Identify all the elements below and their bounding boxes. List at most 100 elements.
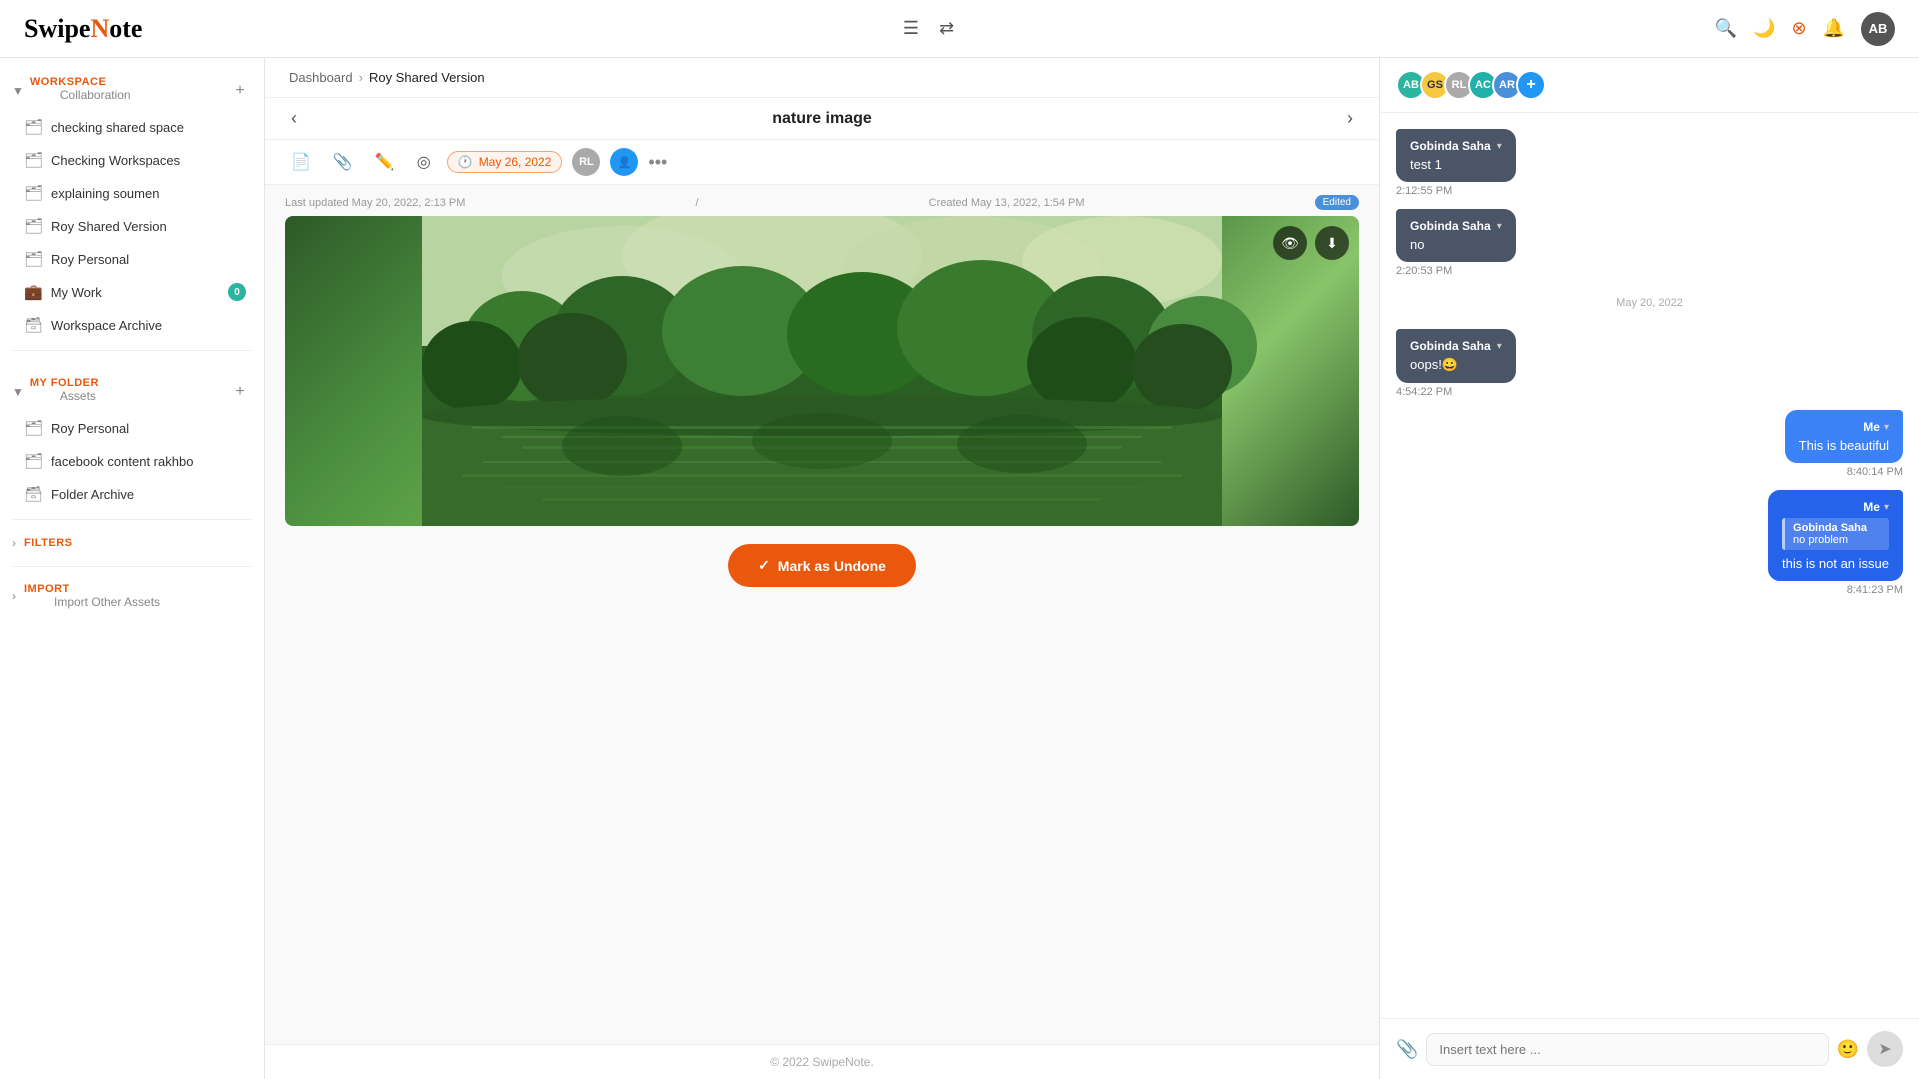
workspace-chevron-icon: ▼ [12,84,24,98]
note-footer: © 2022 SwipeNote. [265,1044,1379,1079]
sidebar-item-roy-personal[interactable]: 🗂 Roy Personal ••• [6,243,258,275]
item-label: Roy Shared Version [51,219,167,234]
note-image [285,216,1359,526]
chat-text-3: oops!😀 [1410,357,1502,373]
sender-chevron-1[interactable]: ▾ [1497,141,1502,152]
sidebar-item-checking-shared[interactable]: 🗂 checking shared space ••• [6,111,258,143]
chat-input-bar: 📎 🙂 ➤ [1380,1018,1919,1079]
myfolder-chevron-icon: ▼ [12,385,24,399]
sidebar-item-checking-workspaces[interactable]: 🗂 Checking Workspaces ••• [6,144,258,176]
sender-chevron-3[interactable]: ▾ [1497,341,1502,352]
sidebar-item-roy-personal-2[interactable]: 🗂 Roy Personal ••• [6,412,258,444]
toolbar-more-button[interactable]: ••• [648,152,667,173]
myfolder-label: MY FOLDER [30,377,99,389]
filters-label: FILTERS [24,537,73,549]
note-forward-button[interactable]: › [1341,106,1359,131]
chat-time-2: 2:20:53 PM [1396,265,1452,277]
me-label-5: Me [1863,500,1880,514]
check-icon: ✓ [758,557,770,574]
toolbar-doc-button[interactable]: 📄 [285,148,317,176]
chat-time-5: 8:41:23 PM [1847,584,1903,596]
clock-icon: 🕐 [458,155,473,169]
myfolder-header[interactable]: ▼ MY FOLDER Assets + [0,369,264,411]
me-chevron-4[interactable]: ▾ [1884,422,1889,433]
workspace-header[interactable]: ▼ WORKSPACE Collaboration + [0,68,264,110]
image-download-button[interactable]: ⬇ [1315,226,1349,260]
workspace-header-left: ▼ WORKSPACE Collaboration [12,76,131,106]
folder-icon: 🗂 [24,250,43,268]
workspace-archive-label: Workspace Archive [51,318,162,333]
sidebar-divider-3 [12,566,252,567]
emoji-button[interactable]: 🙂 [1837,1039,1859,1060]
breadcrumb-home[interactable]: Dashboard [289,70,353,85]
user-avatar-nav[interactable]: AB [1861,12,1895,46]
folder-icon: 🗂 [24,419,43,437]
chat-bubble-2: Gobinda Saha ▾ no [1396,209,1516,262]
top-navbar: SwipeNote ☰ ⇄ 🔍 🌙 ⊗ 🔔 AB [0,0,1919,58]
chat-header: AB GS RL AC AR + [1380,58,1919,113]
import-sub: Import Other Assets [24,595,160,609]
toolbar-date-text: May 26, 2022 [479,155,552,169]
content-area: Dashboard › Roy Shared Version ‹ nature … [265,58,1379,1079]
sender-chevron-2[interactable]: ▾ [1497,221,1502,232]
fire-button[interactable]: ⊗ [1791,18,1806,39]
me-chevron-5[interactable]: ▾ [1884,502,1889,513]
sender-name-1: Gobinda Saha [1410,139,1491,153]
note-toolbar: 📄 📎 ✏️ ◎ 🕐 May 26, 2022 RL 👤 ••• [265,140,1379,185]
toolbar-share-button[interactable]: ◎ [411,148,437,176]
toolbar-date[interactable]: 🕐 May 26, 2022 [447,151,563,173]
chat-input-field[interactable] [1426,1033,1828,1066]
toolbar-edit-button[interactable]: ✏️ [369,148,401,176]
image-view-button[interactable]: 👁 [1273,226,1307,260]
search-button[interactable]: 🔍 [1715,18,1737,39]
chat-time-3: 4:54:22 PM [1396,386,1452,398]
folder-icon: 🗂 [24,217,43,235]
myfolder-add-button[interactable]: + [228,380,252,404]
toolbar-user-avatar[interactable]: RL [572,148,600,176]
item-label: Roy Personal [51,252,129,267]
note-created: Created May 13, 2022, 1:54 PM [929,197,1085,209]
toolbar-user-avatar-2[interactable]: 👤 [610,148,638,176]
sidebar: ▼ WORKSPACE Collaboration + 🗂 checking s… [0,58,265,1079]
sidebar-item-my-work[interactable]: 💼 My Work 0 [6,276,258,308]
me-label-4: Me [1863,420,1880,434]
nav-controls: ☰ ⇄ [899,14,958,43]
sidebar-item-roy-shared[interactable]: 🗂 Roy Shared Version ••• [6,210,258,242]
import-section[interactable]: › IMPORT Import Other Assets [0,575,264,617]
sidebar-item-explaining[interactable]: 🗂 explaining soumen ••• [6,177,258,209]
chat-attach-button[interactable]: 📎 [1396,1039,1418,1060]
filters-section[interactable]: › FILTERS [0,528,264,558]
note-back-button[interactable]: ‹ [285,106,303,131]
sidebar-divider [12,350,252,351]
note-meta-sep: / [695,197,698,209]
mark-undone-label: Mark as Undone [778,558,886,574]
date-divider-1: May 20, 2022 [1396,289,1903,317]
chat-avatar-add[interactable]: + [1516,70,1546,100]
mark-undone-button[interactable]: ✓ Mark as Undone [728,544,916,587]
note-last-updated: Last updated May 20, 2022, 2:13 PM [285,197,465,209]
chat-avatars: AB GS RL AC AR + [1396,70,1546,100]
nature-image-svg [285,216,1359,526]
archive-icon: 🗃 [24,316,43,334]
notification-button[interactable]: 🔔 [1823,18,1845,39]
reply-text: no problem [1793,534,1848,546]
note-header: ‹ nature image › [265,98,1379,140]
toolbar-attach-button[interactable]: 📎 [327,148,359,176]
workspace-add-button[interactable]: + [228,79,252,103]
theme-button[interactable]: 🌙 [1753,18,1775,39]
main-layout: ▼ WORKSPACE Collaboration + 🗂 checking s… [0,58,1919,1079]
breadcrumb-current: Roy Shared Version [369,70,485,85]
chat-text-5: this is not an issue [1782,556,1889,571]
chat-message-2: Gobinda Saha ▾ no 2:20:53 PM [1396,209,1903,277]
workspace-section: ▼ WORKSPACE Collaboration + 🗂 checking s… [0,58,264,342]
item-label: Roy Personal [51,421,129,436]
refresh-button[interactable]: ⇄ [935,14,958,43]
sidebar-item-workspace-archive[interactable]: 🗃 Workspace Archive [6,309,258,341]
menu-button[interactable]: ☰ [899,14,923,43]
sidebar-item-facebook[interactable]: 🗂 facebook content rakhbo ••• [6,445,258,477]
chat-time-1: 2:12:55 PM [1396,185,1452,197]
item-label: Checking Workspaces [51,153,180,168]
chat-bubble-3: Gobinda Saha ▾ oops!😀 [1396,329,1516,383]
sidebar-item-folder-archive[interactable]: 🗃 Folder Archive [6,478,258,510]
send-button[interactable]: ➤ [1867,1031,1903,1067]
